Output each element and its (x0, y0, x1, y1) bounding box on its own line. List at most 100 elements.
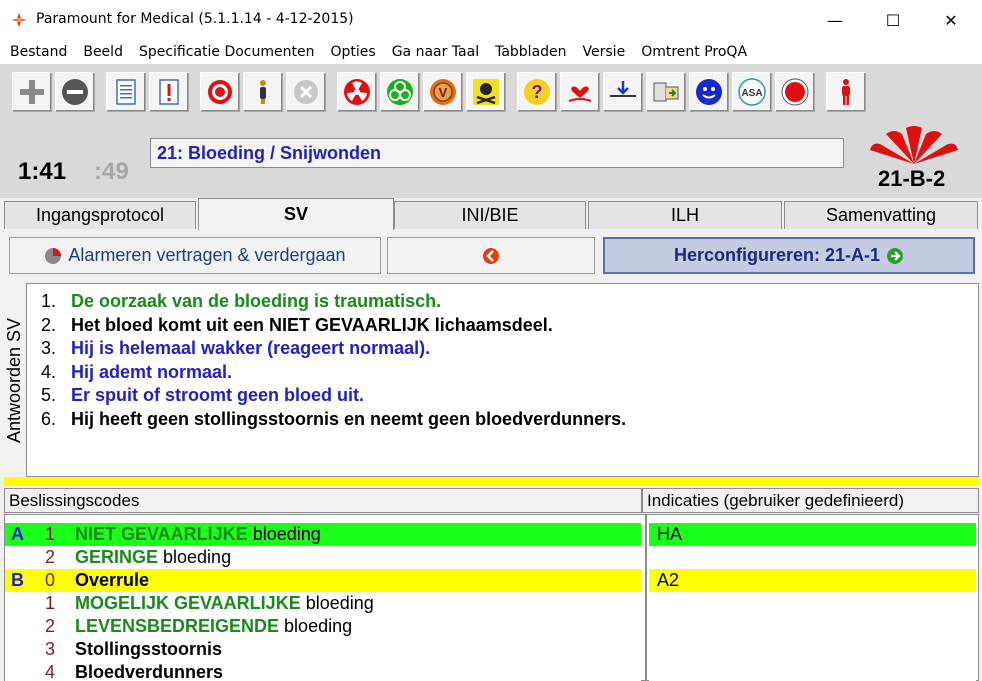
decision-code-cell[interactable]: A 1 NIET GEVAARLIJKE bloeding (5, 523, 641, 546)
decision-keyword: Stollingsstoornis (75, 638, 223, 659)
answer-item: 3. Hij is helemaal wakker (reageert norma… (41, 337, 978, 361)
grid-header-codes[interactable]: Beslissingscodes (4, 488, 642, 513)
smiley-icon (696, 79, 722, 105)
indication-cell[interactable] (649, 592, 976, 615)
answer-text: Het bloed komt uit een NIET GEVAARLIJK l… (71, 314, 553, 335)
heart-button[interactable] (560, 72, 600, 112)
answers-list: 1. De oorzaak van de bloeding is traumati… (26, 283, 979, 477)
menu-tabbladen[interactable]: Tabbladen (495, 44, 566, 60)
reconfigure-button[interactable]: Herconfigureren: 21-A-1 (603, 237, 975, 274)
decision-row[interactable]: 1 MOGELIJK GEVAARLIJKE bloeding (5, 592, 978, 615)
question-text: ? (532, 82, 543, 102)
decision-row[interactable]: A 1 NIET GEVAARLIJKE bloeding HA (5, 523, 978, 546)
minus-icon (62, 79, 88, 105)
determinant-code: 21-B-2 (878, 166, 946, 191)
decision-keyword: LEVENSBEDREIGENDE (75, 615, 280, 636)
arrow-down-icon (610, 81, 636, 97)
answer-item: 2. Het bloed komt uit een NIET GEVAARLIJK… (41, 314, 978, 338)
decision-description: bloeding (247, 523, 321, 544)
tab-sv[interactable]: SV (198, 198, 394, 230)
decision-code-cell[interactable]: 1 MOGELIJK GEVAARLIJKE bloeding (5, 592, 641, 615)
smiley-button[interactable] (689, 72, 729, 112)
answers-side-label-text: Antwoorden SV (4, 317, 25, 443)
grid-header-indications[interactable]: Indicaties (gebruiker gedefinieerd) (642, 488, 979, 513)
decision-number: 0 (45, 569, 56, 590)
lifebuoy-button[interactable] (200, 72, 240, 112)
poison-button[interactable] (466, 72, 506, 112)
close-button[interactable]: ✕ (922, 0, 980, 40)
indication-cell[interactable]: A2 (649, 569, 976, 592)
document-button[interactable] (106, 72, 146, 112)
radiation-button[interactable] (337, 72, 377, 112)
decision-row[interactable]: B 0 Overrule A2 (5, 569, 978, 592)
tab-ilh[interactable]: ILH (588, 201, 782, 229)
document-icon (116, 79, 136, 105)
indication-cell[interactable] (649, 615, 976, 638)
standing-person-button[interactable] (826, 72, 866, 112)
arrow-down-button[interactable] (603, 72, 643, 112)
standing-person-icon (842, 79, 850, 105)
cancel-button[interactable] (286, 72, 326, 112)
answer-text: Hij is helemaal wakker (reageert normaal… (71, 338, 431, 359)
person-button[interactable] (243, 72, 283, 112)
menu-bestand[interactable]: Bestand (10, 44, 67, 60)
stop-button[interactable] (775, 72, 815, 112)
decision-row[interactable]: 3 Stollingsstoornis (5, 638, 978, 661)
app-window: Paramount for Medical (5.1.1.14 - 4-12-2… (0, 0, 982, 681)
delay-dispatch-button[interactable]: Alarmeren vertragen & verdergaan (9, 237, 381, 274)
indication-cell[interactable] (649, 638, 976, 661)
reconfigure-label: Herconfigureren: 21-A-1 (673, 245, 881, 265)
decision-code-cell[interactable]: 2 GERINGE bloeding (5, 546, 641, 569)
answer-number: 5. (41, 385, 57, 406)
tab-samenvatting[interactable]: Samenvatting (784, 201, 978, 229)
menu-beeld[interactable]: Beeld (83, 44, 123, 60)
answer-number: 6. (41, 408, 57, 429)
help-button[interactable]: ? (517, 72, 557, 112)
decision-code-cell[interactable]: 2 LEVENSBEDREIGENDE bloeding (5, 615, 641, 638)
translate-button[interactable] (646, 72, 686, 112)
decision-grid: A 1 NIET GEVAARLIJKE bloeding HA 2 GERINGE bl… (4, 514, 979, 681)
decision-description: bloeding (279, 615, 353, 636)
answer-item: 4. Hij ademt normaal. (41, 361, 978, 385)
menu-opties[interactable]: Opties (330, 44, 375, 60)
add-button[interactable] (12, 72, 52, 112)
decision-code-cell[interactable]: B 0 Overrule (5, 569, 641, 592)
decision-row[interactable]: 2 LEVENSBEDREIGENDE bloeding (5, 615, 978, 638)
decision-row[interactable]: 2 GERINGE bloeding (5, 546, 978, 569)
cancel-icon (294, 80, 318, 104)
translate-icon (653, 82, 679, 102)
indication-cell[interactable] (649, 546, 976, 569)
decision-number: 3 (45, 638, 56, 659)
decision-code-cell[interactable]: 4 Bloedverdunners (5, 661, 641, 681)
menu-ga-naar-taal[interactable]: Ga naar Taal (392, 44, 479, 60)
indication-cell[interactable] (649, 661, 976, 681)
menu-specificatie-documenten[interactable]: Specificatie Documenten (139, 44, 315, 60)
decision-code-cell[interactable]: 3 Stollingsstoornis (5, 638, 641, 661)
tab-ini-bie[interactable]: INI/BIE (394, 201, 586, 229)
biohazard-button[interactable] (380, 72, 420, 112)
back-button[interactable] (387, 237, 595, 274)
asa-button[interactable]: ASA (732, 72, 772, 112)
lifebuoy-icon (208, 80, 232, 104)
v-badge-icon: V (430, 79, 456, 105)
maximize-button[interactable]: ☐ (864, 0, 922, 40)
alert-document-button[interactable] (149, 72, 189, 112)
remove-button[interactable] (55, 72, 95, 112)
indication-text: A2 (657, 569, 680, 590)
menu-omtrent-proqa[interactable]: Omtrent ProQA (641, 44, 747, 60)
indication-cell[interactable]: HA (649, 523, 976, 546)
menu-versie[interactable]: Versie (583, 44, 626, 60)
tab-bar: Ingangsprotocol SV INI/BIE ILH Samenvatt… (0, 198, 982, 230)
answer-text: Hij heeft geen stollingsstoornis en neem… (71, 408, 627, 429)
app-logo-icon (11, 13, 27, 27)
asa-icon: ASA (738, 78, 766, 106)
call-timer: 1:41 (18, 158, 67, 185)
minimize-button[interactable]: — (806, 0, 864, 40)
tab-ingangsprotocol[interactable]: Ingangsprotocol (4, 201, 196, 229)
forward-arrow-icon (887, 247, 904, 264)
decision-number: 2 (45, 615, 56, 636)
decision-level: B (11, 569, 24, 590)
v-badge-button[interactable]: V (423, 72, 463, 112)
answer-number: 4. (41, 361, 57, 382)
decision-row[interactable]: 4 Bloedverdunners (5, 661, 978, 681)
